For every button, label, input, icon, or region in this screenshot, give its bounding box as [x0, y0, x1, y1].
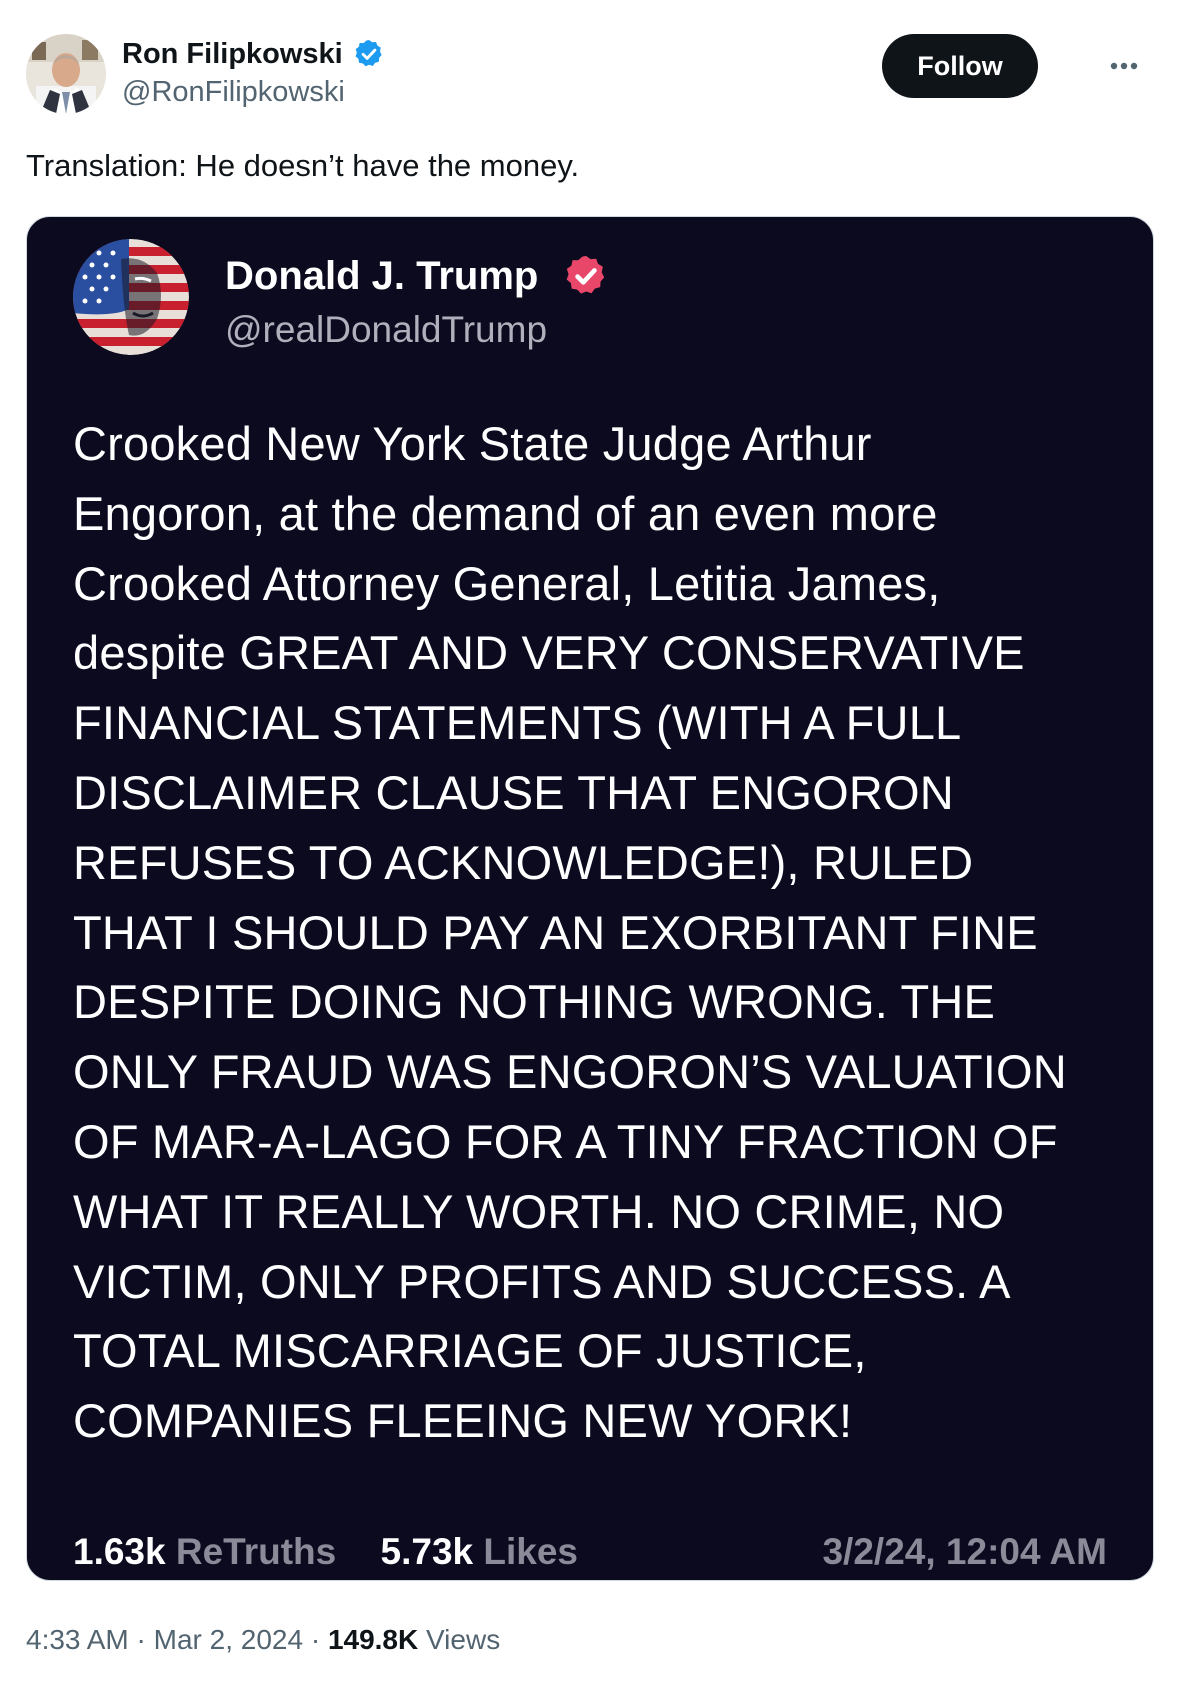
retruths-label: ReTruths	[175, 1531, 337, 1572]
author-display-name[interactable]: Ron Filipkowski	[122, 34, 343, 74]
tweet-text: Translation: He doesn’t have the money.	[26, 148, 580, 183]
tweet-date[interactable]: Mar 2, 2024	[154, 1624, 303, 1655]
embedded-post-display-name: Donald J. Trump	[225, 254, 539, 299]
meta-separator: ·	[136, 1624, 146, 1655]
author-avatar-image	[26, 34, 106, 114]
likes-stat: 5.73k Likes	[381, 1527, 579, 1577]
likes-label: Likes	[483, 1531, 579, 1572]
embedded-post-footer: 1.63k ReTruths 5.73k Likes 3/2/24, 12:04…	[73, 1527, 1107, 1577]
embedded-post-name-row: Donald J. Trump	[225, 247, 609, 303]
likes-count: 5.73k	[380, 1531, 474, 1572]
embedded-post-avatar	[73, 239, 189, 355]
embedded-post-timestamp: 3/2/24, 12:04 AM	[822, 1531, 1107, 1572]
author-avatar[interactable]	[26, 34, 106, 114]
tweet-time[interactable]: 4:33 AM	[26, 1624, 129, 1655]
retruths-stat: 1.63k ReTruths	[73, 1527, 336, 1577]
embedded-post-card[interactable]: Donald J. Trump @realDonaldTrump Crooked…	[26, 216, 1154, 1581]
more-horizontal-icon	[1110, 62, 1138, 70]
flag-portrait-avatar-image	[73, 239, 189, 355]
author-name-block: Ron Filipkowski @RonFilipkowski	[122, 34, 385, 110]
retruths-count: 1.63k	[73, 1531, 166, 1572]
verified-badge-icon	[353, 38, 385, 70]
views-count: 149.8K	[327, 1624, 419, 1655]
embedded-post-handle: @realDonaldTrump	[225, 309, 548, 350]
more-options-button[interactable]	[1094, 44, 1154, 88]
tweet-header: Ron Filipkowski @RonFilipkowski Follow	[26, 34, 1154, 118]
author-handle[interactable]: @RonFilipkowski	[122, 74, 385, 110]
truth-verified-badge-icon	[563, 253, 609, 299]
views-label: Views	[426, 1624, 501, 1655]
embedded-post-body: Crooked New York State Judge Arthur Engo…	[73, 417, 1067, 1448]
follow-button[interactable]: Follow	[882, 34, 1038, 98]
tweet-meta: 4:33 AM · Mar 2, 2024 · 149.8K Views	[26, 1620, 500, 1660]
meta-separator-2: ·	[310, 1624, 321, 1655]
